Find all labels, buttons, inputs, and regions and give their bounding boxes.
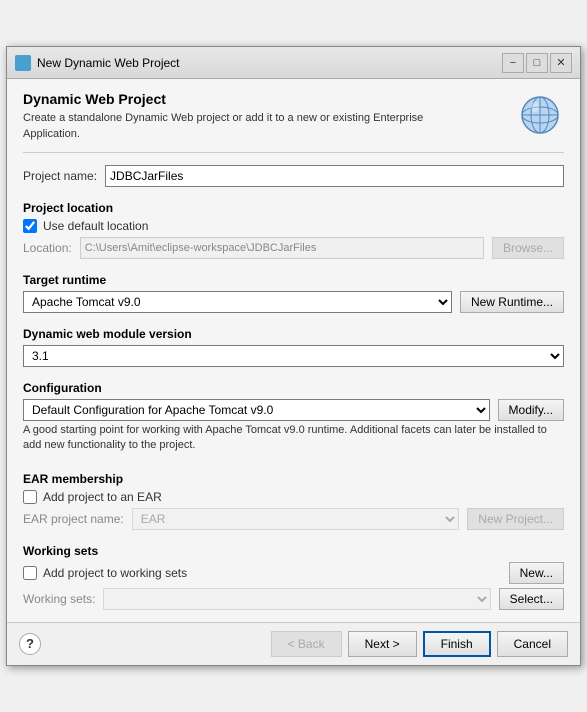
- target-runtime-select[interactable]: Apache Tomcat v9.0: [23, 291, 452, 313]
- working-sets-checkbox-row: Add project to working sets New...: [23, 562, 564, 584]
- use-default-location-row: Use default location: [23, 219, 564, 233]
- configuration-section: Configuration Default Configuration for …: [23, 375, 564, 458]
- header-icon: [516, 91, 564, 139]
- working-sets-field-label: Working sets:: [23, 592, 95, 606]
- ear-project-name-select: EAR: [132, 508, 460, 530]
- working-sets-select: [103, 588, 490, 610]
- new-runtime-button[interactable]: New Runtime...: [460, 291, 564, 313]
- target-runtime-row: Apache Tomcat v9.0 New Runtime...: [23, 291, 564, 313]
- ear-membership-label: EAR membership: [23, 472, 564, 486]
- dialog-footer: ? < Back Next > Finish Cancel: [7, 622, 580, 665]
- page-description: Create a standalone Dynamic Web project …: [23, 111, 443, 142]
- dialog-body: Dynamic Web Project Create a standalone …: [7, 79, 580, 622]
- modify-button[interactable]: Modify...: [498, 399, 564, 421]
- title-bar: New Dynamic Web Project − □ ✕: [7, 47, 580, 79]
- footer-right: < Back Next > Finish Cancel: [271, 631, 568, 657]
- configuration-label: Configuration: [23, 381, 564, 395]
- web-module-dropdown-row: 3.1 3.0 2.5: [23, 345, 564, 367]
- configuration-row: Default Configuration for Apache Tomcat …: [23, 399, 564, 421]
- browse-button[interactable]: Browse...: [492, 237, 564, 259]
- dialog-window: New Dynamic Web Project − □ ✕ Dynamic We…: [6, 46, 581, 666]
- web-module-section: Dynamic web module version 3.1 3.0 2.5: [23, 321, 564, 367]
- web-module-select[interactable]: 3.1 3.0 2.5: [23, 345, 564, 367]
- project-name-row: Project name:: [23, 165, 564, 187]
- use-default-location-text: Use default location: [43, 219, 148, 233]
- project-location-label: Project location: [23, 201, 564, 215]
- cancel-button[interactable]: Cancel: [497, 631, 568, 657]
- header-section: Dynamic Web Project Create a standalone …: [23, 91, 564, 153]
- location-input: [80, 237, 484, 259]
- working-sets-label: Working sets: [23, 544, 564, 558]
- ear-project-name-label: EAR project name:: [23, 512, 124, 526]
- location-row: Location: Browse...: [23, 237, 564, 259]
- project-name-input[interactable]: [105, 165, 564, 187]
- ear-membership-checkbox-row: Add project to an EAR: [23, 490, 564, 504]
- title-bar-text: New Dynamic Web Project: [37, 56, 180, 70]
- use-default-location-checkbox[interactable]: [23, 219, 37, 233]
- ear-membership-section: EAR membership Add project to an EAR EAR…: [23, 466, 564, 530]
- add-to-working-sets-checkbox[interactable]: [23, 566, 37, 580]
- dialog-icon: [15, 55, 31, 71]
- configuration-select[interactable]: Default Configuration for Apache Tomcat …: [23, 399, 490, 421]
- maximize-button[interactable]: □: [526, 53, 548, 73]
- web-module-label: Dynamic web module version: [23, 327, 564, 341]
- add-to-ear-checkbox[interactable]: [23, 490, 37, 504]
- title-bar-controls: − □ ✕: [502, 53, 572, 73]
- help-button[interactable]: ?: [19, 633, 41, 655]
- project-location-section: Project location Use default location Lo…: [23, 195, 564, 259]
- page-title: Dynamic Web Project: [23, 91, 443, 107]
- add-to-ear-label: Add project to an EAR: [43, 490, 162, 504]
- title-bar-left: New Dynamic Web Project: [15, 55, 180, 71]
- next-button[interactable]: Next >: [348, 631, 417, 657]
- new-project-button[interactable]: New Project...: [467, 508, 564, 530]
- working-sets-section: Working sets Add project to working sets…: [23, 538, 564, 610]
- target-runtime-label: Target runtime: [23, 273, 564, 287]
- footer-left: ?: [19, 633, 41, 655]
- globe-icon: [518, 93, 562, 137]
- ear-project-name-row: EAR project name: EAR New Project...: [23, 508, 564, 530]
- form-section: Project name: Project location Use defau…: [23, 165, 564, 610]
- new-working-set-button[interactable]: New...: [509, 562, 564, 584]
- minimize-button[interactable]: −: [502, 53, 524, 73]
- target-runtime-section: Target runtime Apache Tomcat v9.0 New Ru…: [23, 267, 564, 313]
- header-text: Dynamic Web Project Create a standalone …: [23, 91, 443, 142]
- project-name-label: Project name:: [23, 169, 97, 183]
- add-to-working-sets-label: Add project to working sets: [43, 566, 187, 580]
- location-label: Location:: [23, 241, 72, 255]
- close-button[interactable]: ✕: [550, 53, 572, 73]
- select-working-sets-button[interactable]: Select...: [499, 588, 564, 610]
- back-button[interactable]: < Back: [271, 631, 342, 657]
- configuration-description: A good starting point for working with A…: [23, 423, 564, 454]
- finish-button[interactable]: Finish: [423, 631, 491, 657]
- working-sets-field-row: Working sets: Select...: [23, 588, 564, 610]
